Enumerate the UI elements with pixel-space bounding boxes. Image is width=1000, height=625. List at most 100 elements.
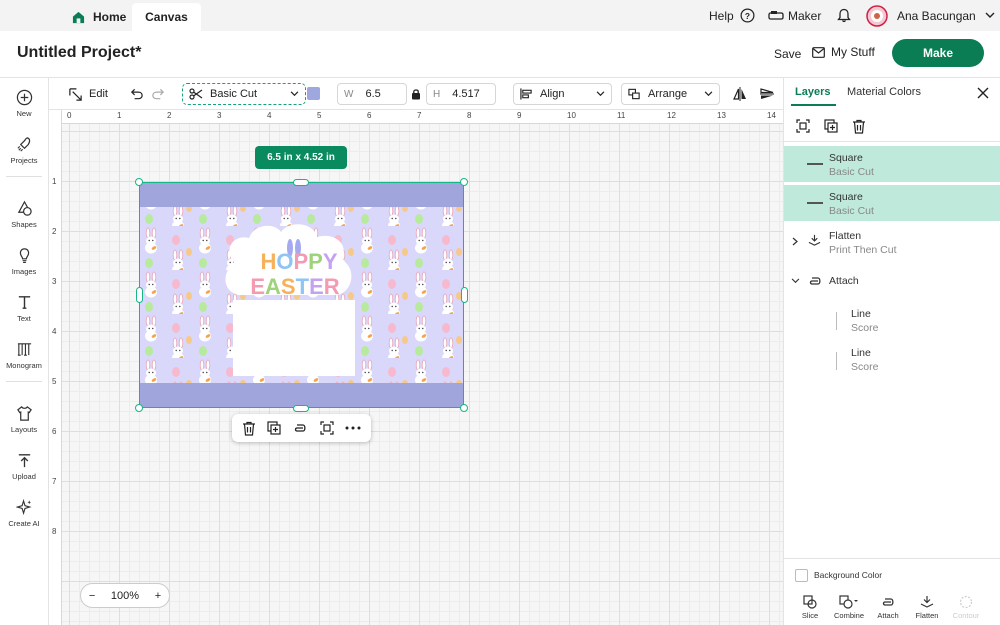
duplicate-icon[interactable] [267,421,281,435]
chevron-right-icon[interactable] [792,237,798,246]
sidebar-item-label: Images [11,267,37,276]
width-field[interactable]: W 6.5 [337,83,407,105]
ruler-tick-label: 3 [52,277,57,286]
combine-button[interactable]: Combine [829,595,869,620]
more-options-icon[interactable] [345,426,361,430]
attach-icon[interactable] [292,422,308,434]
tab-canvas-label: Canvas [145,10,188,24]
flip-vertical-button[interactable] [760,83,774,105]
tab-canvas[interactable]: Canvas [132,3,201,31]
background-color-label: Background Color [814,570,883,580]
duplicate-icon[interactable] [824,119,838,133]
layer-row[interactable]: Line Score [784,304,1000,340]
resize-handle-top[interactable] [293,179,309,186]
layer-row[interactable]: Line Score [784,344,1000,380]
ruler-tick-label: 2 [167,111,172,120]
flip-horizontal-button[interactable] [733,83,747,105]
color-swatch[interactable] [307,87,320,100]
zoom-level: 100% [110,589,140,602]
group-icon[interactable] [320,421,334,435]
machine-button[interactable]: Maker [768,0,821,31]
sidebar-item-label: Shapes [11,220,37,229]
save-button[interactable]: Save [774,47,801,61]
zoom-out-button[interactable]: − [89,590,95,602]
flatten-button[interactable]: Flatten [907,595,947,620]
sidebar-item-text[interactable]: Text [0,294,48,323]
svg-text:?: ? [745,11,750,21]
question-circle-icon: ? [740,8,755,23]
undo-button[interactable] [129,83,144,105]
resize-handle-top-right[interactable] [460,178,468,186]
layer-operation: Score [851,361,879,373]
sidebar-item-label: Upload [12,472,36,481]
help-button[interactable]: Help ? [709,0,755,31]
background-color-checkbox[interactable] [795,569,808,582]
ruler-tick-label: 5 [317,111,322,120]
edit-button[interactable]: Edit [68,83,108,105]
layer-row[interactable]: Flatten Print Then Cut [784,224,1000,260]
tab-home[interactable]: Home [72,3,126,31]
ruler-horizontal: 0 1 2 3 4 5 6 7 8 9 10 11 12 13 14 [62,110,783,124]
attach-button[interactable]: Attach [868,595,908,620]
sidebar-item-upload[interactable]: Upload [0,452,48,481]
sidebar-item-layouts[interactable]: Layouts [0,405,48,434]
trash-icon[interactable] [242,421,256,436]
layer-row[interactable]: Square Basic Cut [784,146,1000,182]
operation-select[interactable]: Basic Cut [182,83,306,105]
trash-icon[interactable] [852,119,866,134]
ruler-tick-label: 8 [52,527,57,536]
sidebar-item-label: Projects [10,156,38,165]
width-label: W [344,88,354,100]
resize-handle-bottom[interactable] [293,405,309,412]
project-title[interactable]: Untitled Project* [17,44,141,62]
sidebar-item-monogram[interactable]: Monogram [0,341,48,370]
slice-button[interactable]: Slice [790,595,830,620]
user-name: Ana Bacungan [897,8,976,23]
align-dropdown[interactable]: Align [513,83,612,105]
sparkle-icon [15,499,32,516]
layer-row[interactable]: Attach [784,270,1000,292]
shapes-icon [17,200,32,216]
zoom-in-button[interactable]: + [155,590,161,602]
ruler-tick-label: 1 [117,111,122,120]
layers-panel: Layers Material Colors Square Basic Cut … [783,77,1000,625]
height-field[interactable]: H 4.517 [426,83,496,105]
contour-button[interactable]: Contour [946,595,986,620]
edit-label: Edit [89,88,108,100]
resize-handle-bottom-left[interactable] [135,404,143,412]
ruler-tick-label: 8 [467,111,472,120]
resize-handle-bottom-right[interactable] [460,404,468,412]
arrange-dropdown[interactable]: Arrange [621,83,720,105]
sidebar-item-label: Text [17,314,31,323]
sidebar-item-label: Create AI [8,519,40,528]
selection-quick-actions [232,414,371,442]
chevron-down-icon[interactable] [791,278,800,284]
sidebar-item-shapes[interactable]: Shapes [0,200,48,229]
attach-label: Attach [877,611,899,620]
user-menu[interactable]: Ana Bacungan [866,0,995,31]
sidebar-item-images[interactable]: Images [0,247,48,276]
redo-button[interactable] [151,83,166,105]
sidebar-item-create-ai[interactable]: Create AI [0,499,48,528]
layer-row[interactable]: Square Basic Cut [784,185,1000,221]
resize-handle-right[interactable] [461,287,468,303]
resize-handle-top-left[interactable] [135,178,143,186]
sidebar-item-new[interactable]: New [0,89,48,118]
tab-layers[interactable]: Layers [795,86,830,98]
close-icon[interactable] [977,87,989,99]
edit-toolbar: Edit Basic Cut W 6.5 H 4.517 Align Arran… [49,77,783,110]
lock-proportions-button[interactable] [411,83,421,105]
sidebar-item-projects[interactable]: Projects [0,136,48,165]
selection-bounding-box [139,182,464,408]
ruler-tick-label: 1 [52,177,57,186]
resize-handle-left[interactable] [136,287,143,303]
group-icon[interactable] [796,119,810,133]
my-stuff-button[interactable]: My Stuff [812,45,875,59]
ruler-tick-label: 5 [52,377,57,386]
align-left-icon [520,88,532,100]
chevron-down-icon [596,91,605,97]
tab-material-colors[interactable]: Material Colors [847,86,921,98]
notifications-button[interactable] [837,0,851,31]
undo-icon [130,88,143,100]
make-button[interactable]: Make [892,39,984,67]
